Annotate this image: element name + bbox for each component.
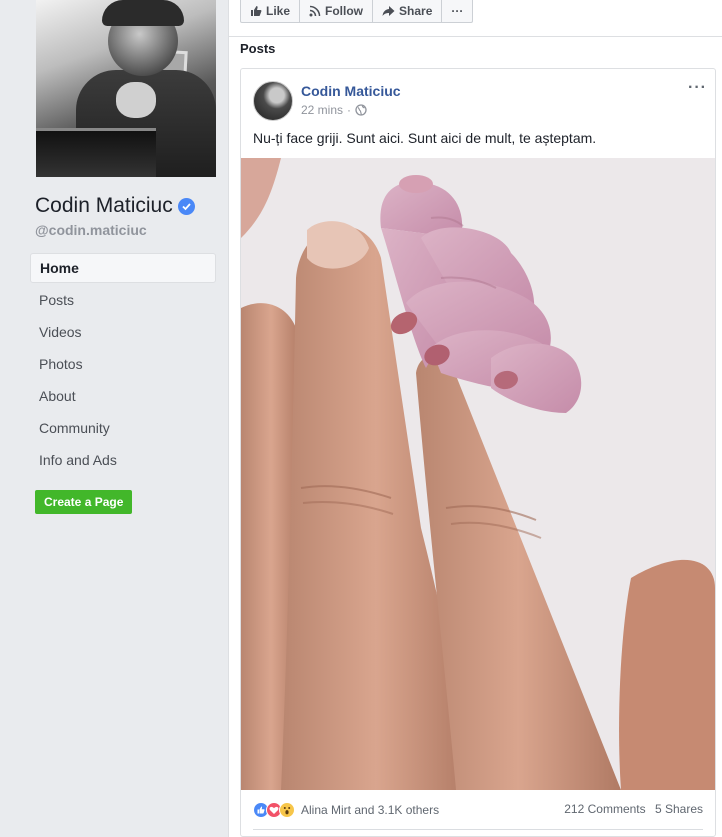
create-page-button[interactable]: Create a Page <box>35 490 133 514</box>
nav-item-info-and-ads[interactable]: Info and Ads <box>30 445 216 475</box>
page-title[interactable]: Codin Maticiuc <box>35 194 195 218</box>
follow-button[interactable]: Follow <box>300 0 374 22</box>
post-footer-divider <box>253 829 703 830</box>
thumbs-up-icon <box>251 6 262 16</box>
nav-item-posts[interactable]: Posts <box>30 285 216 315</box>
page-handle[interactable]: @codin.maticiuc <box>35 222 147 238</box>
person-cap-shape <box>102 0 184 26</box>
post-photo[interactable] <box>241 158 715 790</box>
post-text: Nu-ți face griji. Sunt aici. Sunt aici d… <box>253 130 597 146</box>
left-column: Codin Maticiuc @codin.maticiuc Home Post… <box>0 0 228 837</box>
like-button[interactable]: Like <box>241 0 301 22</box>
post-timestamp[interactable]: 22 mins <box>301 103 343 117</box>
post-meta: 22 mins · <box>301 103 367 117</box>
post-stats: 212 Comments 5 Shares <box>564 802 703 816</box>
divider <box>229 36 722 37</box>
typewriter-shape <box>36 128 156 177</box>
profile-picture[interactable] <box>36 0 216 177</box>
post-options-button[interactable]: ··· <box>688 79 707 97</box>
more-dots-icon: ··· <box>451 4 464 18</box>
page-nav: Home Posts Videos Photos About Community… <box>30 253 216 477</box>
page-name-text[interactable]: Codin Maticiuc <box>35 194 173 218</box>
nav-item-about[interactable]: About <box>30 381 216 411</box>
post-author-name[interactable]: Codin Maticiuc <box>301 83 401 99</box>
post-author-avatar[interactable] <box>253 81 293 121</box>
follow-label: Follow <box>325 4 364 18</box>
comments-count[interactable]: 212 Comments <box>564 802 645 816</box>
share-arrow-icon <box>382 6 395 16</box>
page-action-bar: Like Follow Share ··· <box>240 0 474 23</box>
rss-icon <box>309 5 321 17</box>
nav-item-home[interactable]: Home <box>30 253 216 283</box>
hands-photo-illustration <box>241 158 715 790</box>
nav-item-community[interactable]: Community <box>30 413 216 443</box>
more-options-button[interactable]: ··· <box>442 0 472 22</box>
shares-count[interactable]: 5 Shares <box>655 802 703 816</box>
nav-item-videos[interactable]: Videos <box>30 317 216 347</box>
post-card: Codin Maticiuc 22 mins · ··· Nu-ți face … <box>240 68 716 837</box>
share-button[interactable]: Share <box>373 0 443 22</box>
globe-icon[interactable] <box>355 104 367 116</box>
verified-badge-icon <box>177 197 195 215</box>
share-label: Share <box>399 4 433 18</box>
right-column: Like Follow Share ··· Posts Codin Matici… <box>228 0 722 837</box>
nav-item-photos[interactable]: Photos <box>30 349 216 379</box>
posts-heading: Posts <box>240 41 276 56</box>
reaction-names[interactable]: Alina Mirt and 3.1K others <box>301 803 439 817</box>
wow-reaction-icon <box>279 802 295 818</box>
person-hand-shape <box>116 82 156 118</box>
like-label: Like <box>266 4 291 18</box>
meta-separator: · <box>347 103 352 117</box>
reactions-summary[interactable]: Alina Mirt and 3.1K others <box>253 802 439 818</box>
